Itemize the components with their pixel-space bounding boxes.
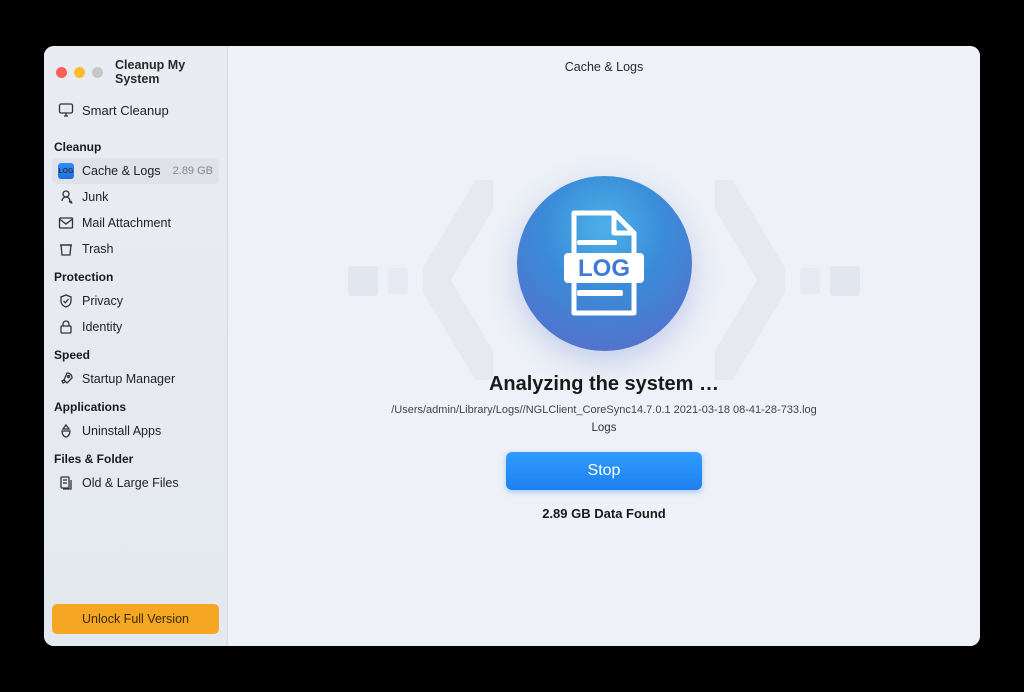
sidebar-item-cache-logs[interactable]: LOG Cache & Logs 2.89 GB [52, 158, 219, 184]
sidebar-item-badge: 2.89 GB [173, 165, 213, 177]
decoration [830, 266, 860, 296]
window-controls [56, 67, 103, 78]
status-sub: Logs [351, 422, 857, 434]
stop-button[interactable]: Stop [506, 452, 702, 490]
sidebar-item-label: Privacy [82, 294, 213, 308]
app-window: Cleanup My System Smart Cleanup Cleanup … [44, 46, 980, 646]
trash-icon [58, 241, 74, 257]
sidebar-item-smart-cleanup[interactable]: Smart Cleanup [52, 96, 219, 124]
decoration [348, 266, 378, 296]
app-title: Cleanup My System [115, 58, 217, 86]
sidebar-item-label: Junk [82, 190, 213, 204]
log-icon: LOG [58, 163, 74, 179]
status-block: Analyzing the system … /Users/admin/Libr… [351, 373, 857, 539]
sidebar-item-startup[interactable]: Startup Manager [52, 366, 219, 392]
main-panel: Cache & Logs LOG [228, 46, 980, 646]
sidebar-item-privacy[interactable]: Privacy [52, 288, 219, 314]
sidebar-item-label: Mail Attachment [82, 216, 213, 230]
decoration [388, 268, 408, 294]
section-header-cleanup: Cleanup [54, 140, 217, 154]
sidebar-item-mail[interactable]: Mail Attachment [52, 210, 219, 236]
section-header-protection: Protection [54, 270, 217, 284]
titlebar: Cleanup My System [52, 54, 219, 96]
svg-text:LOG: LOG [578, 255, 630, 282]
rocket-icon [58, 371, 74, 387]
data-found-label: 2.89 GB Data Found [351, 506, 857, 521]
hero-circle: LOG [517, 176, 692, 351]
section-header-files: Files & Folder [54, 452, 217, 466]
files-icon [58, 475, 74, 491]
minimize-dot[interactable] [74, 67, 85, 78]
decoration [423, 180, 493, 380]
smart-cleanup-label: Smart Cleanup [82, 103, 169, 118]
sidebar-item-label: Old & Large Files [82, 476, 213, 490]
apps-icon [58, 423, 74, 439]
decoration [715, 180, 785, 380]
section-header-speed: Speed [54, 348, 217, 362]
status-path: /Users/admin/Library/Logs//NGLClient_Cor… [351, 404, 857, 416]
sidebar-item-label: Startup Manager [82, 372, 213, 386]
close-dot[interactable] [56, 67, 67, 78]
unlock-full-version-button[interactable]: Unlock Full Version [52, 604, 219, 634]
sidebar-item-label: Uninstall Apps [82, 424, 213, 438]
section-header-applications: Applications [54, 400, 217, 414]
lock-icon [58, 319, 74, 335]
hero: LOG Analyzing the system … /Users/admin/… [228, 80, 980, 646]
mail-icon [58, 215, 74, 231]
monitor-icon [58, 102, 74, 118]
sidebar: Cleanup My System Smart Cleanup Cleanup … [44, 46, 228, 646]
sidebar-item-uninstall[interactable]: Uninstall Apps [52, 418, 219, 444]
decoration [800, 268, 820, 294]
sidebar-item-trash[interactable]: Trash [52, 236, 219, 262]
zoom-dot[interactable] [92, 67, 103, 78]
log-file-icon: LOG [559, 208, 649, 318]
sidebar-item-label: Identity [82, 320, 213, 334]
sidebar-item-old-large[interactable]: Old & Large Files [52, 470, 219, 496]
sidebar-item-junk[interactable]: Junk [52, 184, 219, 210]
junk-icon [58, 189, 74, 205]
status-title: Analyzing the system … [351, 373, 857, 396]
shield-icon [58, 293, 74, 309]
sidebar-item-label: Cache & Logs [82, 164, 165, 178]
page-title: Cache & Logs [228, 46, 980, 80]
sidebar-item-label: Trash [82, 242, 213, 256]
sidebar-item-identity[interactable]: Identity [52, 314, 219, 340]
